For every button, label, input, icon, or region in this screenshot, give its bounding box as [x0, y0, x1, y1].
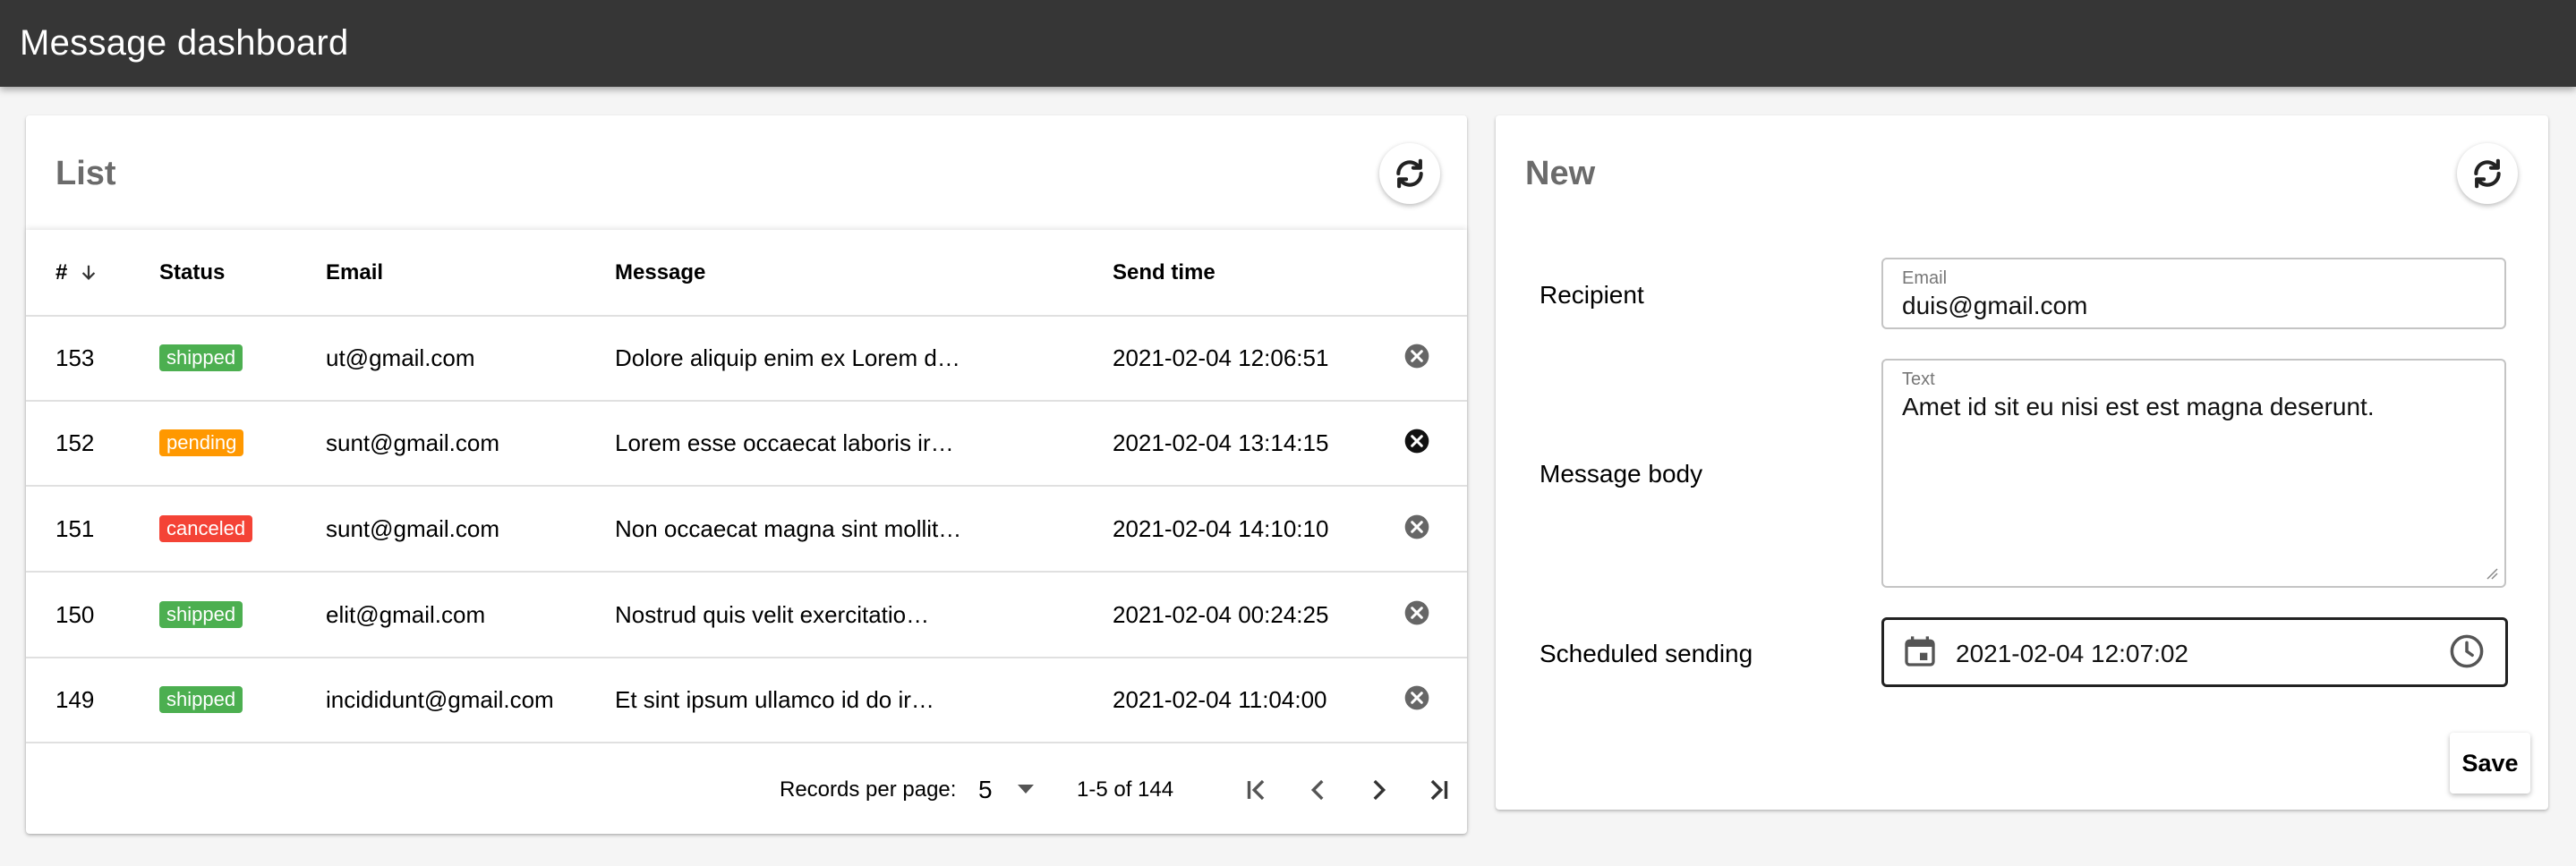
delete-row-button[interactable] — [1403, 683, 1431, 718]
row-send-time: 2021-02-04 12:06:51 — [1113, 344, 1329, 371]
column-header-send-time[interactable]: Send time — [1113, 260, 1215, 285]
last-page-icon — [1430, 779, 1448, 801]
row-send-time: 2021-02-04 14:10:10 — [1113, 515, 1329, 542]
cancel-icon — [1404, 344, 1429, 369]
status-badge: canceled — [159, 515, 253, 542]
resize-handle-icon[interactable] — [2483, 565, 2499, 581]
scheduled-datetime-field[interactable]: 2021-02-04 12:07:02 — [1881, 617, 2508, 687]
delete-row-button[interactable] — [1403, 599, 1431, 633]
row-id: 149 — [55, 686, 95, 713]
row-id: 150 — [55, 601, 95, 628]
chevron-right-icon — [1373, 779, 1386, 801]
row-email: sunt@gmail.com — [326, 515, 500, 542]
table-header: # Status Email Message Send time — [26, 230, 1467, 317]
last-page-button[interactable] — [1415, 767, 1462, 813]
app-title: Message dashboard — [20, 23, 349, 63]
row-id: 152 — [55, 429, 95, 456]
table-row[interactable]: 152 pending sunt@gmail.com Lorem esse occae… — [26, 401, 1467, 487]
cancel-icon — [1404, 514, 1429, 539]
row-message: Non occaecat magna sint mollit… — [615, 515, 962, 542]
row-send-time: 2021-02-04 11:04:00 — [1113, 686, 1327, 713]
list-refresh-button[interactable] — [1379, 143, 1440, 204]
email-field-label: Email — [1902, 268, 1948, 288]
recipient-label: Recipient — [1540, 281, 1644, 309]
caret-down-icon[interactable] — [1018, 785, 1034, 794]
list-card: List # Status Email Message Send time 15… — [26, 115, 1467, 834]
delete-row-button[interactable] — [1403, 513, 1431, 548]
scheduled-sending-label: Scheduled sending — [1540, 640, 1753, 667]
delete-row-button[interactable] — [1403, 427, 1431, 462]
message-text-field[interactable]: Text Amet id sit eu nisi est est magna d… — [1881, 359, 2506, 588]
clock-icon[interactable] — [2448, 633, 2486, 670]
first-page-icon — [1247, 779, 1265, 801]
status-badge: shipped — [159, 601, 243, 628]
messages-table: # Status Email Message Send time 153 ship… — [26, 230, 1467, 834]
row-email: sunt@gmail.com — [326, 429, 500, 456]
row-message: Et sint ipsum ullamco id do ir… — [615, 686, 934, 713]
row-message: Dolore aliquip enim ex Lorem d… — [615, 344, 960, 371]
status-badge: shipped — [159, 344, 243, 371]
row-id: 153 — [55, 344, 95, 371]
list-title: List — [55, 155, 116, 192]
column-header-message[interactable]: Message — [615, 260, 705, 285]
table-row[interactable]: 153 shipped ut@gmail.com Dolore aliquip eni… — [26, 316, 1467, 402]
save-button[interactable]: Save — [2450, 733, 2530, 794]
first-page-button[interactable] — [1233, 767, 1280, 813]
row-send-time: 2021-02-04 00:24:25 — [1113, 601, 1329, 628]
cancel-icon — [1404, 429, 1429, 454]
refresh-icon — [2474, 158, 2501, 189]
table-pagination: Records per page: 5 1-5 of 144 — [26, 749, 1467, 834]
email-field[interactable]: Email duis@gmail.com — [1881, 258, 2506, 329]
chevron-left-icon — [1310, 779, 1324, 801]
next-page-button[interactable] — [1355, 767, 1402, 813]
message-body-label: Message body — [1540, 460, 1703, 488]
row-email: incididunt@gmail.com — [326, 686, 554, 713]
records-per-page-label: Records per page: — [780, 777, 957, 802]
calendar-icon[interactable] — [1902, 633, 1938, 669]
status-badge: shipped — [159, 686, 243, 713]
row-message: Lorem esse occaecat laboris ir… — [615, 429, 954, 456]
table-row[interactable]: 149 shipped incididunt@gmail.com Et sint ip… — [26, 658, 1467, 743]
new-message-card: New Recipient Email duis@gmail.com Messa… — [1496, 115, 2548, 810]
email-field-value[interactable]: duis@gmail.com — [1902, 292, 2087, 320]
row-message: Nostrud quis velit exercitatio… — [615, 601, 930, 628]
previous-page-button[interactable] — [1295, 767, 1342, 813]
scheduled-datetime-value[interactable]: 2021-02-04 12:07:02 — [1956, 640, 2188, 668]
records-per-page-select[interactable]: 5 — [978, 776, 993, 804]
column-header-id[interactable]: # — [55, 260, 98, 285]
text-field-label: Text — [1902, 369, 1935, 389]
arrow-down-icon — [81, 265, 96, 280]
app-bar: Message dashboard — [0, 0, 2576, 87]
row-id: 151 — [55, 515, 95, 542]
table-row[interactable]: 151 canceled sunt@gmail.com Non occaecat ma… — [26, 487, 1467, 573]
row-send-time: 2021-02-04 13:14:15 — [1113, 429, 1329, 456]
pagination-range: 1-5 of 144 — [1077, 777, 1174, 802]
cancel-icon — [1404, 685, 1429, 710]
row-email: ut@gmail.com — [326, 344, 475, 371]
status-badge: pending — [159, 429, 244, 456]
column-header-status[interactable]: Status — [159, 260, 225, 285]
new-title: New — [1525, 155, 1596, 192]
row-email: elit@gmail.com — [326, 601, 486, 628]
delete-row-button[interactable] — [1403, 342, 1431, 377]
table-row[interactable]: 150 shipped elit@gmail.com Nostrud quis vel… — [26, 573, 1467, 658]
column-header-email[interactable]: Email — [326, 260, 383, 285]
text-field-value[interactable]: Amet id sit eu nisi est est magna deseru… — [1902, 393, 2375, 421]
refresh-icon — [1396, 158, 1423, 189]
cancel-icon — [1404, 600, 1429, 625]
form-reset-button[interactable] — [2457, 143, 2518, 204]
